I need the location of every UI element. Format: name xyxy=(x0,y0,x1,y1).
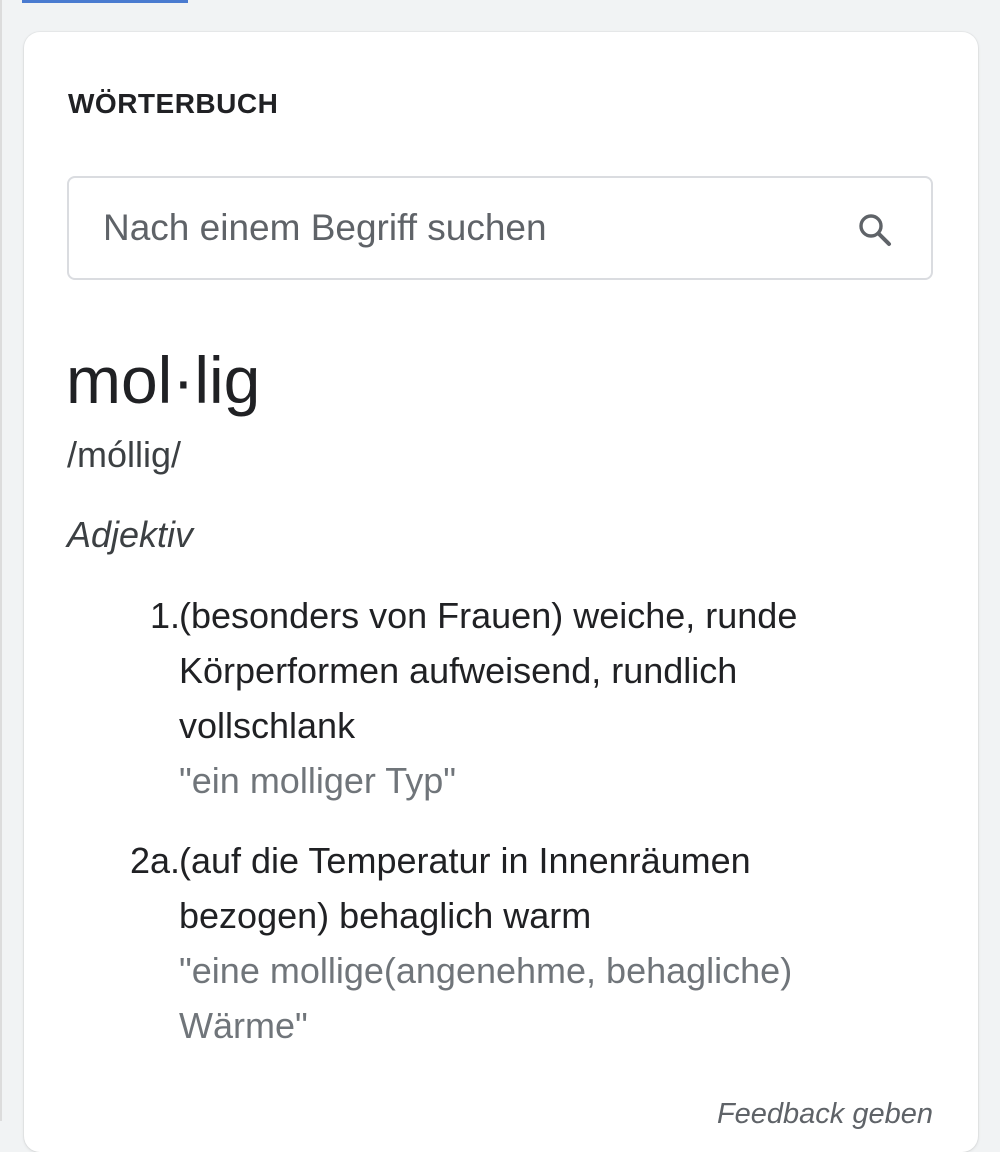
sense-number: 1. xyxy=(149,595,180,636)
pronunciation: /móllig/ xyxy=(67,434,182,475)
window-edge xyxy=(0,0,2,1121)
search-icon[interactable] xyxy=(855,210,895,250)
sense-example: "eine mollige(angenehme, behagliche) Wär… xyxy=(179,950,793,1046)
sense-definition: (auf die Temperatur in Innenräumen bezog… xyxy=(179,840,751,936)
sense-body: (auf die Temperatur in Innenräumen bezog… xyxy=(179,833,879,1053)
sense-definition: (besonders von Frauen) weiche, runde Kör… xyxy=(179,595,798,746)
search-box[interactable] xyxy=(67,176,933,280)
dictionary-card: WÖRTERBUCH mol·lig /móllig/ Adjektiv 1. … xyxy=(24,32,978,1152)
part-of-speech: Adjektiv xyxy=(67,514,194,555)
search-input[interactable] xyxy=(103,204,823,252)
feedback-link[interactable]: Feedback geben xyxy=(717,1096,933,1132)
sense-example: "ein molliger Typ" xyxy=(179,760,457,801)
sense-body: (besonders von Frauen) weiche, runde Kör… xyxy=(179,588,879,808)
tab-indicator xyxy=(22,0,188,3)
headword: mol·lig xyxy=(66,343,261,417)
section-title: WÖRTERBUCH xyxy=(68,88,279,119)
sense-number: 2a. xyxy=(129,840,180,881)
